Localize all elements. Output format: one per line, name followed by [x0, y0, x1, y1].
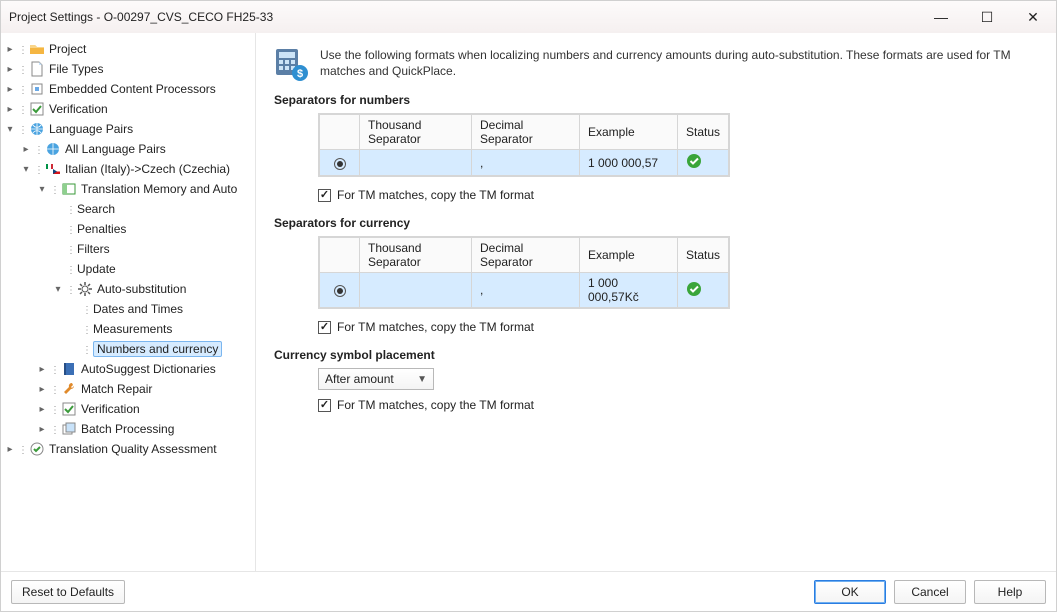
symbol-tm-checkbox-row[interactable]: For TM matches, copy the TM format — [318, 398, 1038, 412]
numbers-tm-checkbox-row[interactable]: For TM matches, copy the TM format — [318, 188, 1038, 202]
tree-batch[interactable]: ▸Batch Processing — [1, 419, 255, 439]
maximize-button[interactable]: ☐ — [964, 1, 1010, 33]
dialog-body: ▸Project ▸File Types ▸Embedded Content P… — [1, 33, 1056, 571]
quality-icon — [29, 441, 45, 457]
col-decimal: Decimal Separator — [472, 115, 580, 150]
tree-verification-2[interactable]: ▸Verification — [1, 399, 255, 419]
cell-example: 1 000 000,57Kč — [580, 273, 678, 308]
tree-penalties[interactable]: ▸Penalties — [1, 219, 255, 239]
help-button[interactable]: Help — [974, 580, 1046, 604]
currency-tm-checkbox-row[interactable]: For TM matches, copy the TM format — [318, 320, 1038, 334]
globe-icon — [45, 141, 61, 157]
cancel-button[interactable]: Cancel — [894, 580, 966, 604]
tree-lang-pair[interactable]: ▾Italian (Italy)->Czech (Czechia) — [1, 159, 255, 179]
col-example: Example — [580, 238, 678, 273]
status-ok-icon — [686, 153, 702, 169]
check-icon — [29, 101, 45, 117]
tree-auto-substitution[interactable]: ▾Auto-substitution — [1, 279, 255, 299]
wrench-icon — [61, 381, 77, 397]
file-icon — [29, 61, 45, 77]
content-pane: $ Use the following formats when localiz… — [256, 33, 1056, 571]
project-settings-window: Project Settings - O-00297_CVS_CECO FH25… — [0, 0, 1057, 612]
cell-decimal[interactable]: , — [472, 273, 580, 308]
tree-update[interactable]: ▸Update — [1, 259, 255, 279]
tree-match-repair[interactable]: ▸Match Repair — [1, 379, 255, 399]
tree-tqa[interactable]: ▸Translation Quality Assessment — [1, 439, 255, 459]
tree-embedded[interactable]: ▸Embedded Content Processors — [1, 79, 255, 99]
calculator-currency-icon: $ — [274, 47, 310, 83]
tree-project[interactable]: ▸Project — [1, 39, 255, 59]
check-icon — [61, 401, 77, 417]
gear-icon — [77, 281, 93, 297]
currency-row[interactable]: , 1 000 000,57Kč — [320, 273, 729, 308]
tree-autosuggest[interactable]: ▸AutoSuggest Dictionaries — [1, 359, 255, 379]
section-currency-heading: Separators for currency — [274, 216, 1038, 230]
cell-example: 1 000 000,57 — [580, 150, 678, 176]
col-example: Example — [580, 115, 678, 150]
close-button[interactable]: ✕ — [1010, 1, 1056, 33]
status-ok-icon — [686, 281, 702, 297]
symbol-placement-dropdown[interactable]: After amount ▼ — [318, 368, 434, 390]
col-decimal: Decimal Separator — [472, 238, 580, 273]
section-numbers-heading: Separators for numbers — [274, 93, 1038, 107]
intro-text: Use the following formats when localizin… — [320, 47, 1038, 79]
dialog-footer: Reset to Defaults OK Cancel Help — [1, 571, 1056, 611]
tree-file-types[interactable]: ▸File Types — [1, 59, 255, 79]
tree-filters[interactable]: ▸Filters — [1, 239, 255, 259]
checkbox-label: For TM matches, copy the TM format — [337, 398, 534, 412]
section-symbol-heading: Currency symbol placement — [274, 348, 1038, 362]
numbers-table: Thousand Separator Decimal Separator Exa… — [318, 113, 730, 177]
tree-dates[interactable]: ▸Dates and Times — [1, 299, 255, 319]
currency-table: Thousand Separator Decimal Separator Exa… — [318, 236, 730, 309]
batch-icon — [61, 421, 77, 437]
row-radio[interactable] — [334, 285, 346, 297]
folder-icon — [29, 41, 45, 57]
cell-status — [678, 150, 729, 176]
tree-search[interactable]: ▸Search — [1, 199, 255, 219]
table-header-row: Thousand Separator Decimal Separator Exa… — [320, 115, 729, 150]
window-title: Project Settings - O-00297_CVS_CECO FH25… — [9, 10, 273, 24]
tree-language-pairs[interactable]: ▾Language Pairs — [1, 119, 255, 139]
col-thousand: Thousand Separator — [360, 115, 472, 150]
col-status: Status — [678, 115, 729, 150]
tm-icon — [61, 181, 77, 197]
cell-decimal[interactable]: , — [472, 150, 580, 176]
checkbox-label: For TM matches, copy the TM format — [337, 188, 534, 202]
checkbox[interactable] — [318, 189, 331, 202]
row-radio[interactable] — [334, 158, 346, 170]
intro-block: $ Use the following formats when localiz… — [274, 47, 1038, 83]
checkbox[interactable] — [318, 399, 331, 412]
tree-all-lang-pairs[interactable]: ▸All Language Pairs — [1, 139, 255, 159]
processor-icon — [29, 81, 45, 97]
minimize-button[interactable]: — — [918, 1, 964, 33]
tree-verification[interactable]: ▸Verification — [1, 99, 255, 119]
col-status: Status — [678, 238, 729, 273]
dropdown-value: After amount — [325, 372, 394, 386]
ok-button[interactable]: OK — [814, 580, 886, 604]
reset-defaults-button[interactable]: Reset to Defaults — [11, 580, 125, 604]
dictionary-icon — [61, 361, 77, 377]
col-thousand: Thousand Separator — [360, 238, 472, 273]
checkbox[interactable] — [318, 321, 331, 334]
checkbox-label: For TM matches, copy the TM format — [337, 320, 534, 334]
globe-icon — [29, 121, 45, 137]
tree-tm[interactable]: ▾Translation Memory and Auto — [1, 179, 255, 199]
numbers-row[interactable]: , 1 000 000,57 — [320, 150, 729, 176]
cell-thousand[interactable] — [360, 273, 472, 308]
tree-numbers-currency[interactable]: ▸Numbers and currency — [1, 339, 255, 359]
cell-thousand[interactable] — [360, 150, 472, 176]
settings-tree[interactable]: ▸Project ▸File Types ▸Embedded Content P… — [1, 33, 256, 571]
chevron-down-icon: ▼ — [417, 374, 427, 385]
svg-text:$: $ — [297, 68, 303, 80]
flags-icon — [45, 161, 61, 177]
cell-status — [678, 273, 729, 308]
tree-measurements[interactable]: ▸Measurements — [1, 319, 255, 339]
window-buttons: — ☐ ✕ — [918, 1, 1056, 33]
table-header-row: Thousand Separator Decimal Separator Exa… — [320, 238, 729, 273]
titlebar: Project Settings - O-00297_CVS_CECO FH25… — [1, 1, 1056, 33]
